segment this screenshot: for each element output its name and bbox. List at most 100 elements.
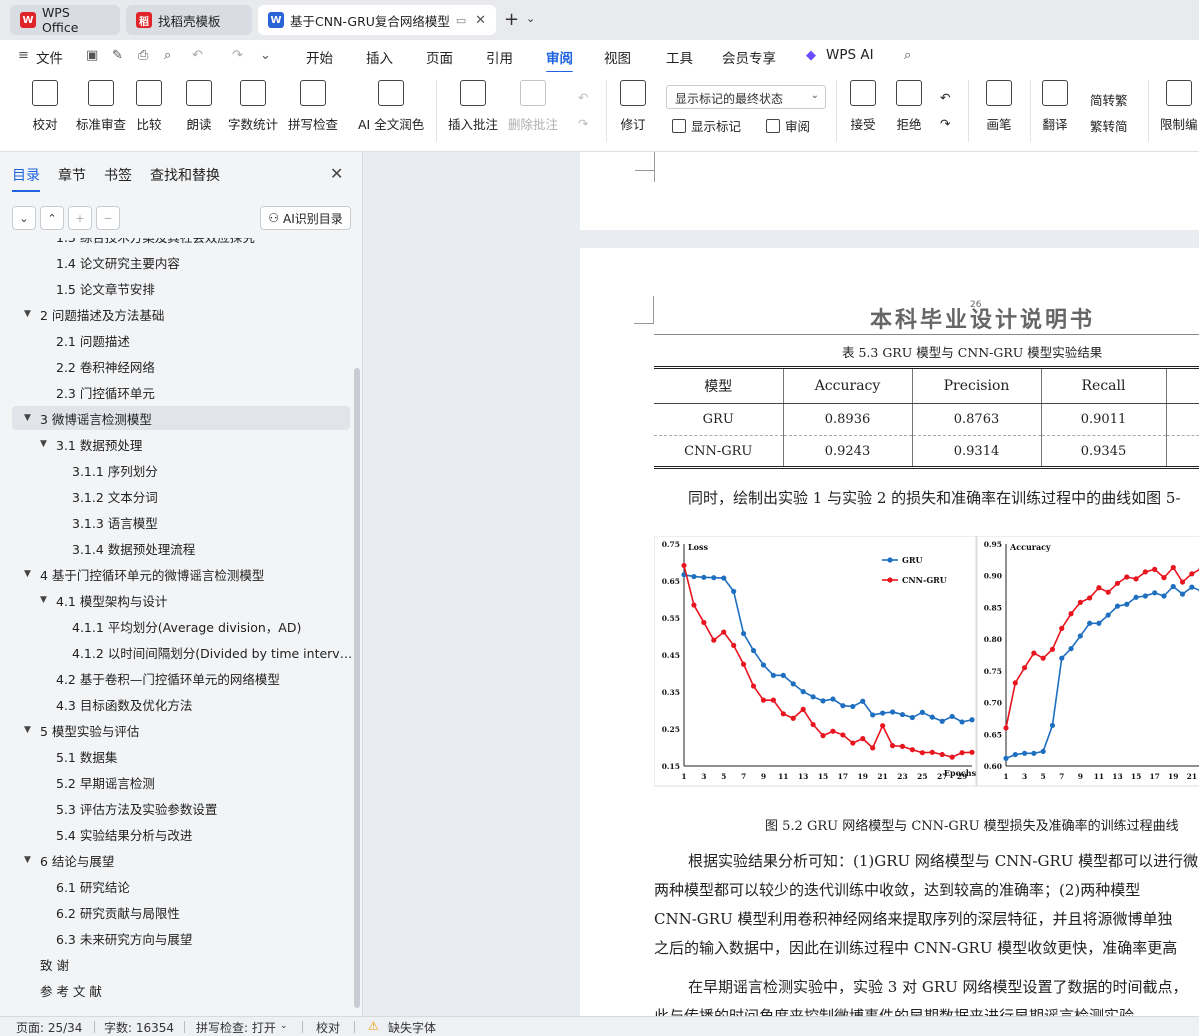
toc-item[interactable]: 4.1.2 以时间间隔划分(Divided by time interv…	[0, 640, 352, 664]
tab-toc[interactable]: 目录	[12, 165, 40, 192]
page-indicator[interactable]: 页面: 25/34	[16, 1019, 82, 1036]
expand-toggle-icon[interactable]: ▼	[40, 439, 47, 449]
toc-item[interactable]: 5.2 早期谣言检测	[0, 770, 352, 794]
word-count-button[interactable]: 字数统计	[228, 80, 278, 133]
toc-scrollbar[interactable]	[354, 368, 360, 1008]
expand-toggle-icon[interactable]: ▼	[24, 725, 31, 735]
tool-icon[interactable]: ✎	[112, 48, 123, 63]
menu-home[interactable]: 开始	[306, 47, 333, 67]
toc-item[interactable]: 1.4 论文研究主要内容	[0, 250, 352, 274]
search-icon[interactable]: ⌕	[904, 48, 911, 63]
menu-wps-ai[interactable]: WPS AI	[826, 47, 874, 63]
toc-item[interactable]: 2.1 问题描述	[0, 328, 352, 352]
toc-item[interactable]: 3.1.2 文本分词	[0, 484, 352, 508]
print-icon[interactable]: ⎙	[138, 48, 148, 63]
review-pane-button[interactable]: 审阅	[766, 116, 810, 135]
hamburger-icon[interactable]: ≡	[18, 48, 29, 63]
spell-check-indicator[interactable]: 拼写检查: 打开	[196, 1019, 276, 1036]
toc-item[interactable]: ▼ 6 结论与展望	[0, 848, 352, 872]
menu-member[interactable]: 会员专享	[722, 47, 776, 67]
menu-insert[interactable]: 插入	[366, 47, 393, 67]
expand-toggle-icon[interactable]: ▼	[24, 569, 31, 579]
close-tab-icon[interactable]: ✕	[475, 13, 486, 28]
tab-template[interactable]: 稻 找稻壳模板	[126, 5, 252, 35]
toc-item[interactable]: 6.2 研究贡献与局限性	[0, 900, 352, 924]
menu-file[interactable]: 文件	[36, 47, 63, 67]
toc-item[interactable]: 1.5 论文章节安排	[0, 276, 352, 300]
expand-toggle-icon[interactable]: ▼	[24, 413, 31, 423]
toc-item[interactable]: 4.1.1 平均划分(Average division，AD)	[0, 614, 352, 638]
ai-toc-button[interactable]: ⚇ AI识别目录	[260, 206, 351, 230]
tab-bookmarks[interactable]: 书签	[104, 165, 132, 185]
toc-item[interactable]: 3.1.3 语言模型	[0, 510, 352, 534]
ai-polish-button[interactable]: AI 全文润色	[358, 80, 424, 133]
expand-toggle-icon[interactable]: ▼	[40, 595, 47, 605]
show-mode-select[interactable]: 显示标记的最终状态 ⌄	[666, 85, 826, 109]
toc-item[interactable]: ▼ 3.1 数据预处理	[0, 432, 352, 456]
save-icon[interactable]: ▣	[86, 48, 98, 63]
toc-item[interactable]: 2.2 卷积神经网络	[0, 354, 352, 378]
toc-item[interactable]: ▼ 2 问题描述及方法基础	[0, 302, 352, 326]
chevron-down-icon[interactable]: ⌄	[526, 12, 535, 25]
add-heading-button[interactable]: +	[68, 206, 92, 230]
tab-chapters[interactable]: 章节	[58, 165, 86, 185]
next-comment-icon[interactable]: ↷	[578, 116, 588, 131]
missing-font-indicator[interactable]: 缺失字体	[388, 1019, 436, 1036]
toc-item[interactable]: ▼ 3 微博谣言检测模型	[12, 406, 350, 430]
expand-toggle-icon[interactable]: ▼	[24, 855, 31, 865]
toc-item[interactable]: 6.1 研究结论	[0, 874, 352, 898]
translate-button[interactable]: 翻译	[1042, 80, 1068, 133]
tab-wps-office[interactable]: W WPS Office	[10, 5, 120, 35]
toc-item[interactable]: 5.1 数据集	[0, 744, 352, 768]
toc-item[interactable]: 致 谢	[0, 952, 352, 976]
toc-item[interactable]: 4.3 目标函数及优化方法	[0, 692, 352, 716]
toc-item[interactable]: 1.3 综合技术方案及其社会效应探究	[0, 238, 352, 248]
reject-button[interactable]: 拒绝	[896, 80, 922, 133]
toc-item[interactable]: ▼ 5 模型实验与评估	[0, 718, 352, 742]
expand-toggle-icon[interactable]: ▼	[24, 309, 31, 319]
undo-icon[interactable]: ↶	[192, 48, 203, 63]
menu-tools[interactable]: 工具	[666, 47, 693, 67]
word-count-indicator[interactable]: 字数: 16354	[104, 1019, 174, 1036]
collapse-all-button[interactable]: ⌃	[40, 206, 64, 230]
chevron-down-icon[interactable]: ⌄	[280, 1021, 288, 1031]
print-preview-icon[interactable]: ⌕	[164, 48, 171, 63]
toc-item[interactable]: ▼ 4 基于门控循环单元的微博谣言检测模型	[0, 562, 352, 586]
toc-item[interactable]: ▼ 4.1 模型架构与设计	[0, 588, 352, 612]
menu-page[interactable]: 页面	[426, 47, 453, 67]
toc-item[interactable]: 6.3 未来研究方向与展望	[0, 926, 352, 950]
toc-item[interactable]: 3.1.1 序列划分	[0, 458, 352, 482]
proof-indicator[interactable]: 校对	[316, 1019, 340, 1036]
spell-check-button[interactable]: 拼写检查	[288, 80, 338, 133]
delete-comment-button[interactable]: 删除批注	[508, 80, 558, 133]
accept-button[interactable]: 接受	[850, 80, 876, 133]
toc-item[interactable]: 参 考 文 献	[0, 978, 352, 1002]
menu-reference[interactable]: 引用	[486, 47, 513, 67]
restrict-edit-button[interactable]: 限制编	[1160, 80, 1198, 133]
previous-comment-icon[interactable]: ↶	[578, 90, 588, 105]
previous-change-icon[interactable]: ↶	[940, 90, 950, 105]
tab-document[interactable]: W 基于CNN-GRU复合网络模型 ▭ ✕	[258, 5, 496, 35]
revise-button[interactable]: 修订	[620, 80, 646, 133]
standard-review-button[interactable]: 标准审查	[76, 80, 126, 133]
toc-item[interactable]: 5.3 评估方法及实验参数设置	[0, 796, 352, 820]
menu-review[interactable]: 审阅	[546, 47, 573, 73]
remove-heading-button[interactable]: −	[96, 206, 120, 230]
close-pane-icon[interactable]: ✕	[330, 164, 343, 183]
expand-all-button[interactable]: ⌄	[12, 206, 36, 230]
read-aloud-button[interactable]: 朗读	[186, 80, 212, 133]
menu-view[interactable]: 视图	[604, 47, 631, 67]
trad-to-simp-button[interactable]: 繁转简	[1090, 116, 1128, 135]
more-chevron-icon[interactable]: ⌄	[260, 48, 271, 63]
toc-item[interactable]: 3.1.4 数据预处理流程	[0, 536, 352, 560]
toc-item[interactable]: 2.3 门控循环单元	[0, 380, 352, 404]
show-marks-button[interactable]: 显示标记	[672, 116, 741, 135]
simp-to-trad-button[interactable]: 简转繁	[1090, 90, 1128, 109]
toc-item[interactable]: 5.4 实验结果分析与改进	[0, 822, 352, 846]
proof-button[interactable]: 校对	[32, 80, 58, 133]
toc-item[interactable]: 4.2 基于卷积—门控循环单元的网络模型	[0, 666, 352, 690]
insert-comment-button[interactable]: 插入批注	[448, 80, 498, 133]
compare-button[interactable]: 比较	[136, 80, 162, 133]
redo-icon[interactable]: ↷	[232, 48, 243, 63]
pen-button[interactable]: 画笔	[986, 80, 1012, 133]
